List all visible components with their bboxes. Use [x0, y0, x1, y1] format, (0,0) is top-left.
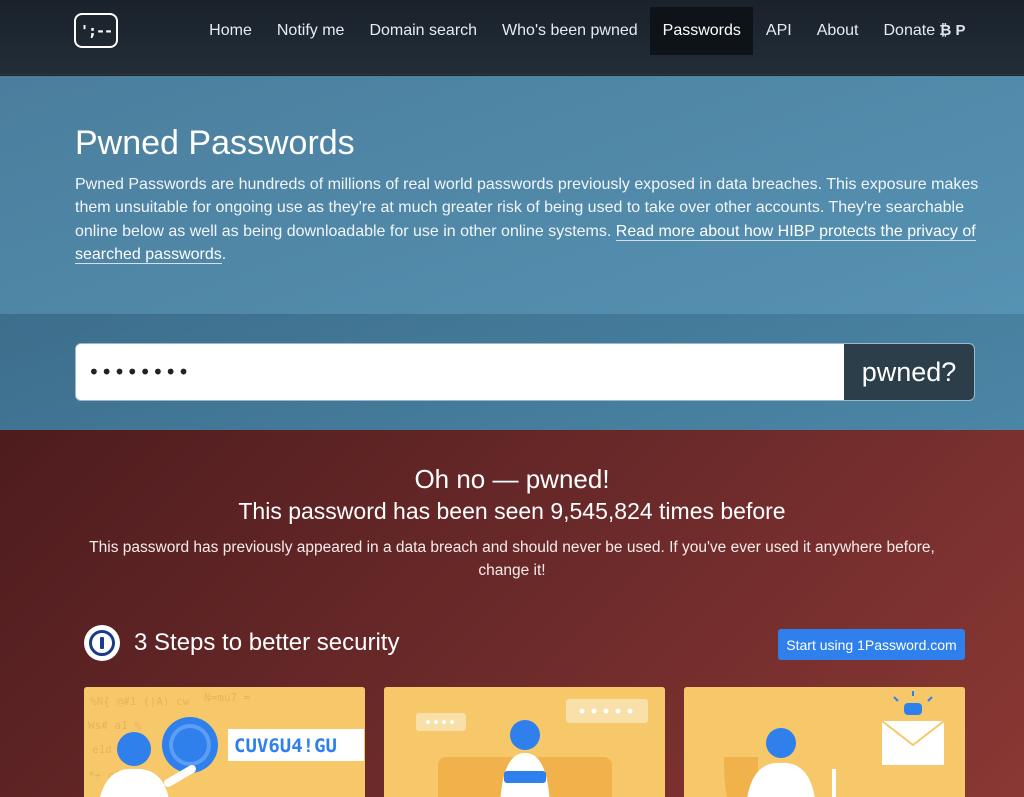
step-card-1[interactable]: %N{ @#1 (|A) cw Ws# a1 % e1d mk *+ o8 N=…	[84, 687, 365, 797]
hero-trailing: .	[221, 245, 227, 263]
result-count: This password has been seen 9,545,824 ti…	[238, 498, 786, 524]
nav-api[interactable]: API	[753, 7, 804, 55]
page-title: Pwned Passwords	[75, 124, 355, 162]
top-navbar: ';-- Home Notify me Domain search Who's …	[0, 0, 1024, 75]
steps-header: 3 Steps to better security	[84, 625, 399, 661]
bitcoin-paypal-icon: ₿ P	[939, 22, 966, 39]
result-title: Oh no — pwned!	[414, 464, 610, 494]
nav-about[interactable]: About	[804, 7, 871, 55]
svg-text:CUV6U4!GU: CUV6U4!GU	[234, 735, 337, 757]
svg-text:N=mu7 =: N=mu7 =	[204, 691, 251, 704]
start-1password-button[interactable]: Start using 1Password.com	[778, 629, 965, 660]
password-generator-illustration: %N{ @#1 (|A) cw Ws# a1 % e1d mk *+ o8 N=…	[84, 687, 365, 797]
pwned-button[interactable]: pwned?	[844, 344, 974, 400]
nav-notify-me[interactable]: Notify me	[264, 7, 357, 55]
1password-logo-icon	[84, 625, 120, 661]
nav-home[interactable]: Home	[197, 7, 265, 55]
steps-cards: %N{ @#1 (|A) cw Ws# a1 % e1d mk *+ o8 N=…	[84, 687, 966, 797]
step-card-2[interactable]	[384, 687, 665, 797]
svg-text:Ws# a1 %: Ws# a1 %	[88, 719, 141, 732]
steps-title: 3 Steps to better security	[134, 629, 400, 656]
result-message: This password has previously appeared in…	[89, 539, 935, 579]
result-section: Oh no — pwned! This password has been se…	[0, 430, 1024, 797]
secure-vault-illustration	[384, 687, 665, 797]
main-nav: Home Notify me Domain search Who's been …	[197, 7, 978, 55]
password-input[interactable]	[76, 344, 844, 400]
nav-donate[interactable]: Donate ₿ P	[871, 7, 978, 55]
search-box: pwned?	[75, 343, 975, 401]
step-card-3[interactable]	[684, 687, 965, 797]
hero-section: Pwned Passwords Pwned Passwords are hund…	[0, 76, 1024, 314]
nav-donate-label: Donate	[883, 22, 936, 39]
nav-whos-been-pwned[interactable]: Who's been pwned	[490, 7, 651, 55]
breach-alert-illustration	[684, 687, 965, 797]
hero-description: Pwned Passwords are hundreds of millions…	[75, 173, 980, 266]
nav-passwords[interactable]: Passwords	[650, 7, 754, 55]
hibp-logo[interactable]: ';--	[74, 13, 118, 48]
nav-domain-search[interactable]: Domain search	[357, 7, 490, 55]
svg-text:%N{ @#1 (|A) cw: %N{ @#1 (|A) cw	[90, 695, 190, 708]
search-section: pwned?	[0, 314, 1024, 430]
